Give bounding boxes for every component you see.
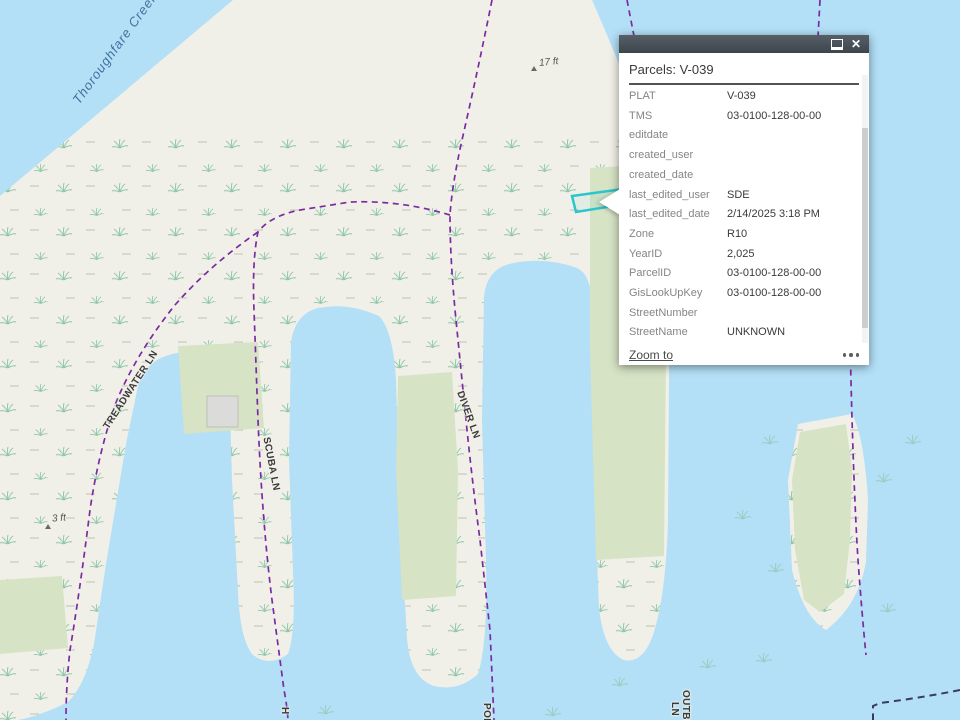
attribute-row: last_edited_userSDE [629, 186, 859, 206]
attribute-row: editdate [629, 126, 859, 146]
depth-marker-icon [45, 524, 51, 529]
attribute-row: PLATV-039 [629, 87, 859, 107]
depth-marker-icon [531, 66, 537, 71]
close-icon[interactable]: ✕ [851, 38, 861, 50]
field-label: PLAT [629, 87, 727, 107]
field-value: SDE [727, 186, 750, 206]
field-label: created_user [629, 146, 727, 166]
field-value: 2,025 [727, 245, 755, 265]
field-label: StreetNumber [629, 304, 727, 324]
attribute-row: StreetNumber [629, 304, 859, 324]
popup-title: Parcels: V-039 [629, 62, 859, 77]
attribute-row: ZoneR10 [629, 225, 859, 245]
popup-body: Parcels: V-039 PLATV-039TMS03-0100-128-0… [619, 53, 869, 365]
field-label: editdate [629, 126, 727, 146]
field-value: V-039 [727, 87, 756, 107]
field-label: GisLookUpKey [629, 284, 727, 304]
field-value: 03-0100-128-00-00 [727, 107, 821, 127]
title-divider [629, 83, 859, 85]
field-label: last_edited_user [629, 186, 727, 206]
field-value: 03-0100-128-00-00 [727, 284, 821, 304]
attribute-row: GisLookUpKey03-0100-128-00-00 [629, 284, 859, 304]
attribute-row: TMS03-0100-128-00-00 [629, 107, 859, 127]
attribute-row: created_user [629, 146, 859, 166]
gis-map-view: Thoroughfare Creek TREADWATER LN SCUBA L… [0, 0, 960, 720]
more-options-icon[interactable] [843, 353, 860, 357]
popup-footer: Zoom to [619, 347, 869, 365]
attribute-row: ParcelID03-0100-128-00-00 [629, 264, 859, 284]
field-label: created_date [629, 166, 727, 186]
building-footprint [207, 396, 238, 427]
popup-scrollbar-thumb[interactable] [862, 128, 868, 328]
zoom-to-link[interactable]: Zoom to [629, 348, 673, 362]
attribute-row: created_date [629, 166, 859, 186]
field-label: ParcelID [629, 264, 727, 284]
attribute-row: YearID2,025 [629, 245, 859, 265]
popup-callout-pointer [599, 189, 620, 215]
attribute-row: last_edited_date2/14/2025 3:18 PM [629, 205, 859, 225]
popup-rows: PLATV-039TMS03-0100-128-00-00editdatecre… [629, 87, 859, 363]
dock-window-icon[interactable] [831, 39, 843, 50]
field-value: UNKNOWN [727, 323, 785, 343]
field-label: YearID [629, 245, 727, 265]
attribute-row: StreetNameUNKNOWN [629, 323, 859, 343]
field-label: StreetName [629, 323, 727, 343]
popup-titlebar: ✕ [619, 35, 869, 53]
field-label: last_edited_date [629, 205, 727, 225]
field-value: R10 [727, 225, 747, 245]
field-label: TMS [629, 107, 727, 127]
parcel-popup: ✕ Parcels: V-039 PLATV-039TMS03-0100-128… [619, 35, 869, 365]
field-label: Zone [629, 225, 727, 245]
field-value: 2/14/2025 3:18 PM [727, 205, 820, 225]
field-value: 03-0100-128-00-00 [727, 264, 821, 284]
